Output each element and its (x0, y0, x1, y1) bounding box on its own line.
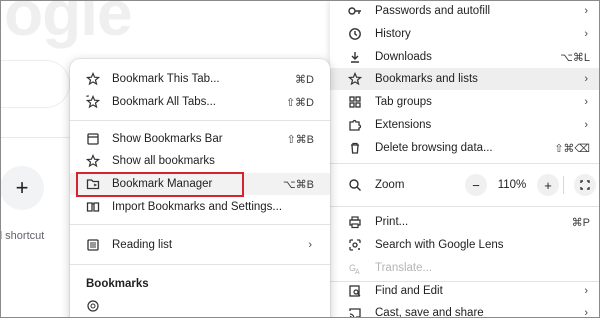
menu-item-tab-groups[interactable]: Tab groups › (330, 91, 600, 113)
add-shortcut-label: d shortcut (0, 230, 45, 242)
bookmarks-submenu: Bookmark This Tab... ⌘D Bookmark All Tab… (70, 59, 330, 318)
fullscreen-icon (580, 180, 590, 190)
chevron-right-icon: › (584, 28, 588, 40)
menu-item-downloads[interactable]: Downloads ⌥⌘L (330, 46, 600, 68)
chevron-right-icon: › (584, 73, 588, 85)
chevron-right-icon: › (584, 96, 588, 108)
download-icon (348, 50, 362, 64)
chevron-right-icon: › (584, 119, 588, 131)
history-icon (348, 27, 362, 41)
zoom-icon (348, 178, 362, 192)
bookmarks-bar-icon (86, 132, 100, 146)
zoom-in-button[interactable]: + (537, 174, 559, 196)
menu-item-passwords[interactable]: Passwords and autofill › (330, 0, 600, 22)
submenu-item-reading-list[interactable]: Reading list › (70, 234, 330, 256)
menu-item-history[interactable]: History › (330, 23, 600, 45)
submenu-divider (70, 264, 330, 265)
chevron-right-icon: › (584, 307, 588, 318)
menu-item-find-and-edit[interactable]: Find and Edit › (330, 280, 600, 302)
import-icon (86, 200, 100, 214)
translate-icon: GA (348, 261, 362, 275)
menu-divider (330, 206, 600, 207)
submenu-item-bookmark-manager[interactable]: Bookmark Manager ⌥⌘B (70, 173, 330, 195)
submenu-item-bookmark-all-tabs[interactable]: Bookmark All Tabs... ⇧⌘D (70, 91, 330, 113)
search-box-edge[interactable] (0, 60, 70, 108)
google-logo: ogle (4, 0, 133, 49)
submenu-item-import-bookmarks[interactable]: Import Bookmarks and Settings... (70, 196, 330, 218)
print-icon (348, 215, 362, 229)
zoom-control: − 110% + (465, 174, 559, 196)
submenu-item-show-all-bookmarks[interactable]: Show all bookmarks (70, 150, 330, 172)
menu-item-delete-browsing-data[interactable]: Delete browsing data... ⇧⌘⌫ (330, 137, 600, 159)
menu-item-extensions[interactable]: Extensions › (330, 114, 600, 136)
star-outline-icon (86, 154, 100, 168)
menu-item-bookmarks-and-lists[interactable]: Bookmarks and lists › (330, 68, 600, 90)
add-shortcut-button[interactable]: + (0, 166, 44, 210)
menu-item-print[interactable]: Print... ⌘P (330, 211, 600, 233)
menu-item-cast-save-share[interactable]: Cast, save and share › (330, 302, 600, 318)
lens-icon (348, 238, 362, 252)
submenu-divider (70, 120, 330, 121)
fullscreen-button[interactable] (574, 174, 596, 196)
key-icon (348, 4, 362, 18)
star-icon (348, 72, 362, 86)
zoom-level: 110% (497, 179, 527, 191)
puzzle-icon (348, 118, 362, 132)
svg-text:A: A (355, 269, 360, 275)
bookmarks-heading: Bookmarks (86, 278, 149, 290)
submenu-divider (70, 224, 330, 225)
chevron-right-icon: › (308, 239, 312, 251)
reading-list-icon (86, 238, 100, 252)
zoom-separator (563, 176, 564, 194)
submenu-item-show-bookmarks-bar[interactable]: Show Bookmarks Bar ⇧⌘B (70, 128, 330, 150)
cast-icon (348, 306, 362, 318)
folder-icon (86, 177, 100, 191)
tab-groups-icon (348, 95, 362, 109)
menu-item-google-lens[interactable]: Search with Google Lens (330, 234, 600, 256)
submenu-item-bookmark-this-tab[interactable]: Bookmark This Tab... ⌘D (70, 68, 330, 90)
zoom-out-button[interactable]: − (465, 174, 487, 196)
star-all-icon (86, 95, 100, 109)
star-icon (86, 72, 100, 86)
find-icon (348, 284, 362, 298)
chrome-main-menu: Passwords and autofill › History › Downl… (330, 0, 600, 318)
plus-icon: + (15, 175, 29, 200)
menu-item-translate: GA Translate... (348, 261, 433, 275)
chevron-right-icon: › (584, 5, 588, 17)
trash-icon (348, 141, 362, 155)
menu-divider (330, 163, 600, 164)
chatgpt-bookmark-icon[interactable] (86, 299, 100, 316)
chevron-right-icon: › (584, 285, 588, 297)
